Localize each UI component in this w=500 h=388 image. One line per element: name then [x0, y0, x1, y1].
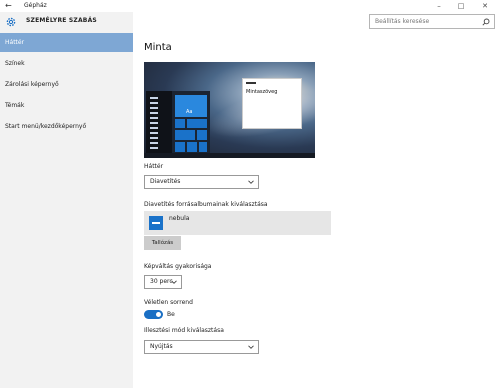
- preview-window: Mintaszöveg: [242, 78, 302, 129]
- preview-taskbar: [144, 153, 315, 158]
- album-name: nebula: [169, 215, 190, 222]
- folder-icon: [149, 216, 163, 230]
- sidebar-title: SZEMÉLYRE SZABÁS: [26, 17, 97, 24]
- sidebar-item-temak[interactable]: Témák: [0, 96, 133, 115]
- background-dropdown[interactable]: Diavetítés: [144, 175, 259, 189]
- search-icon[interactable]: [482, 18, 490, 26]
- browse-button[interactable]: Tallózás: [144, 236, 181, 250]
- sidebar-item-label: Háttér: [5, 39, 25, 46]
- sidebar-item-zarolasi-kepernyo[interactable]: Zárolási képernyő: [0, 75, 133, 94]
- preview-sample-text: Mintaszöveg: [246, 89, 278, 95]
- album-list-item[interactable]: nebula: [144, 211, 331, 235]
- background-dropdown-value: Diavetítés: [150, 178, 181, 185]
- sidebar-item-label: Színek: [5, 60, 25, 67]
- chevron-down-icon: [248, 180, 254, 184]
- sidebar-header: SZEMÉLYRE SZABÁS: [0, 12, 133, 33]
- sidebar-item-label: Témák: [5, 102, 25, 109]
- sidebar-item-label: Zárolási képernyő: [5, 81, 59, 88]
- close-icon[interactable]: ✕: [478, 0, 492, 12]
- gear-icon: [6, 17, 16, 27]
- page-title: Minta: [144, 42, 172, 53]
- shuffle-toggle[interactable]: [144, 310, 163, 319]
- fit-mode-dropdown-value: Nyújtás: [150, 343, 173, 350]
- shuffle-label: Véletlen sorrend: [144, 299, 193, 306]
- frequency-dropdown[interactable]: 30 perc: [144, 275, 182, 289]
- sidebar-item-szinek[interactable]: Színek: [0, 54, 133, 73]
- search-input[interactable]: Beállítás keresése: [369, 14, 495, 29]
- fit-mode-dropdown[interactable]: Nyújtás: [144, 340, 259, 354]
- minimize-icon[interactable]: –: [432, 0, 446, 12]
- sidebar-item-start-menu[interactable]: Start menü/kezdőképernyő: [0, 117, 133, 136]
- chevron-down-icon: [248, 345, 254, 349]
- frequency-label: Képváltás gyakorisága: [144, 263, 212, 270]
- title-bar: ← Gépház – □ ✕: [0, 0, 500, 12]
- back-arrow-icon[interactable]: ←: [5, 0, 12, 12]
- toggle-knob: [156, 312, 161, 317]
- window-title: Gépház: [24, 2, 47, 9]
- sidebar: SZEMÉLYRE SZABÁS Háttér Színek Zárolási …: [0, 12, 133, 388]
- sidebar-item-hatter[interactable]: Háttér: [0, 33, 133, 52]
- slideshow-albums-label: Diavetítés forrásalbumainak kiválasztása: [144, 201, 268, 208]
- maximize-icon[interactable]: □: [454, 0, 468, 12]
- background-label: Háttér: [144, 163, 164, 170]
- fit-mode-label: Illesztési mód kiválasztása: [144, 327, 224, 334]
- frequency-dropdown-value: 30 perc: [150, 278, 173, 285]
- preview-start-menu: [146, 91, 172, 155]
- preview-tiles: [172, 91, 210, 155]
- preview-tile-text: Aa: [186, 109, 193, 115]
- shuffle-state-label: Be: [167, 311, 175, 318]
- search-placeholder: Beállítás keresése: [375, 18, 430, 25]
- background-preview: Aa Mintaszöveg: [144, 62, 315, 158]
- chevron-down-icon: [171, 280, 177, 284]
- sidebar-item-label: Start menü/kezdőképernyő: [5, 123, 87, 130]
